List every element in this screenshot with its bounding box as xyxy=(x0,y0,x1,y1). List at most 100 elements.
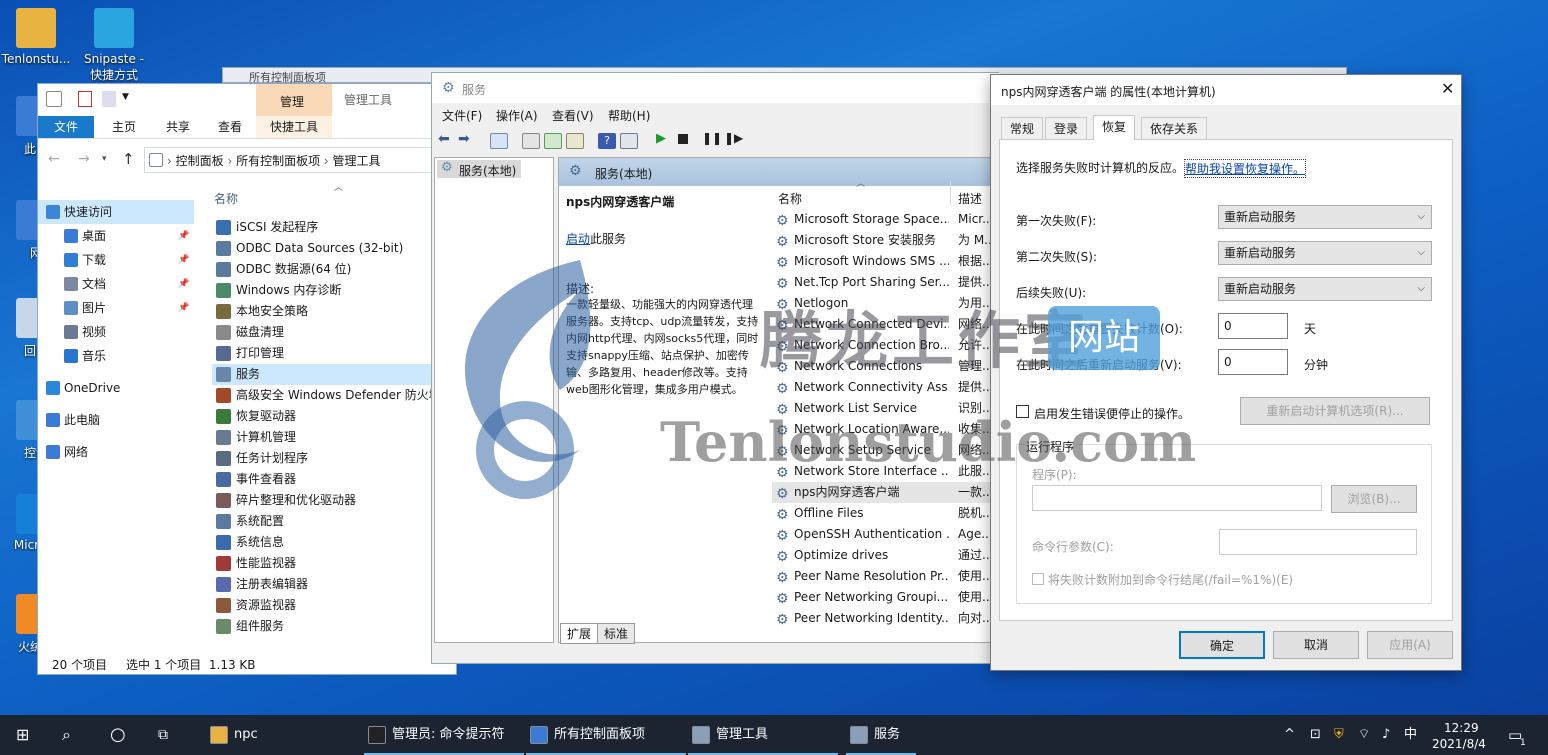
service-row[interactable]: ⚙ Peer Name Resolution Pr... 使用... xyxy=(772,566,1000,587)
ime-indicator[interactable]: 中 xyxy=(1404,715,1417,755)
taskbar-app[interactable]: 服务 xyxy=(846,715,916,755)
nav-item[interactable]: 此电脑 xyxy=(38,408,194,432)
file-item[interactable]: 服务 xyxy=(212,364,458,385)
reset-count-input[interactable]: 0 xyxy=(1218,313,1288,339)
first-failure-select[interactable]: 重新启动服务 ⌵ xyxy=(1218,205,1432,229)
wifi-icon[interactable]: ⌔ xyxy=(1358,715,1370,755)
service-row[interactable]: ⚙ OpenSSH Authentication ... Age... xyxy=(772,524,1000,545)
menu-item[interactable]: 文件(F) xyxy=(442,107,482,124)
new-folder-icon[interactable] xyxy=(102,91,116,107)
enable-actions-checkbox[interactable] xyxy=(1016,405,1029,418)
file-item[interactable]: ODBC Data Sources (32-bit) xyxy=(212,238,458,259)
file-item[interactable]: 系统信息 xyxy=(212,532,458,553)
service-row[interactable]: ⚙ Netlogon 为用... xyxy=(772,293,1000,314)
service-row[interactable]: ⚙ Network Connected Devi... 网络... xyxy=(772,314,1000,335)
tree-item-services-local[interactable]: 服务(本地) xyxy=(459,162,516,179)
taskbar-app[interactable]: 所有控制面板项 xyxy=(526,715,686,755)
console-icon[interactable] xyxy=(620,133,638,149)
service-row[interactable]: ⚙ Microsoft Storage Space... Micr... xyxy=(772,209,1000,230)
col-name-header[interactable]: 名称 xyxy=(778,190,802,207)
volume-icon[interactable]: ♪ xyxy=(1382,715,1390,755)
menu-item[interactable]: 操作(A) xyxy=(496,107,538,124)
nav-item[interactable]: 下载 📌 xyxy=(38,248,194,272)
up-button[interactable]: ↑ xyxy=(122,150,135,168)
clock-date[interactable]: 2021/8/4 xyxy=(1432,724,1486,755)
breadcrumb-item[interactable]: 所有控制面板项 xyxy=(236,154,320,168)
cortana-icon[interactable]: ○ xyxy=(110,715,126,755)
service-row[interactable]: ⚙ Network Location Aware... 收集... xyxy=(772,419,1000,440)
file-item[interactable]: 碎片整理和优化驱动器 xyxy=(212,490,458,511)
browse-button[interactable]: 浏览(B)... xyxy=(1331,485,1417,513)
service-row[interactable]: ⚙ Network Store Interface ... 此服... xyxy=(772,461,1000,482)
file-item[interactable]: 系统配置 xyxy=(212,511,458,532)
service-row[interactable]: ⚙ Peer Networking Identity... 向对... xyxy=(772,608,1000,629)
view-tab[interactable]: 标准 xyxy=(597,623,636,644)
start-service-link[interactable]: 启动 xyxy=(566,232,590,246)
qat-dropdown-icon[interactable]: ▼ xyxy=(122,92,129,102)
service-row[interactable]: ⚙ Offline Files 脱机... xyxy=(772,503,1000,524)
file-item[interactable]: 资源监视器 xyxy=(212,595,458,616)
nav-item[interactable]: 音乐 xyxy=(38,344,194,368)
file-item[interactable]: 高级安全 Windows Defender 防火墙 xyxy=(212,385,458,406)
taskbar-app[interactable]: npc xyxy=(206,715,356,755)
subsequent-failure-select[interactable]: 重新启动服务 ⌵ xyxy=(1218,277,1432,301)
file-item[interactable]: 注册表编辑器 xyxy=(212,574,458,595)
show-tree-icon[interactable] xyxy=(490,133,508,149)
service-row[interactable]: ⚙ Microsoft Store 安装服务为 M... xyxy=(772,230,1000,251)
apply-button[interactable]: 应用(A) xyxy=(1367,631,1453,659)
program-input[interactable] xyxy=(1032,485,1322,511)
taskbar-app[interactable]: 管理员: 命令提示符 xyxy=(364,715,524,755)
file-item[interactable]: 磁盘清理 xyxy=(212,322,458,343)
file-item[interactable]: 性能监视器 xyxy=(212,553,458,574)
service-row[interactable]: ⚙ Peer Networking Groupi... 使用... xyxy=(772,587,1000,608)
ribbon-tab[interactable]: 文件 xyxy=(38,116,94,138)
dialog-tab[interactable]: 恢复 xyxy=(1093,115,1136,140)
service-row[interactable]: ⚙ Network Setup Service 网络... xyxy=(772,440,1000,461)
start-button[interactable]: ⊞ xyxy=(16,715,29,755)
menu-item[interactable]: 帮助(H) xyxy=(608,107,650,124)
nav-item[interactable]: 网络 xyxy=(38,440,194,464)
service-row[interactable]: ⚙ Net.Tcp Port Sharing Ser... 提供... xyxy=(772,272,1000,293)
refresh-icon[interactable] xyxy=(544,133,562,149)
service-row[interactable]: ⚙ Network Connections 管理... xyxy=(772,356,1000,377)
stop-icon[interactable] xyxy=(678,134,688,144)
file-item[interactable]: 计算机管理 xyxy=(212,427,458,448)
file-item[interactable]: 事件查看器 xyxy=(212,469,458,490)
restart-delay-input[interactable]: 0 xyxy=(1218,349,1288,375)
view-tab[interactable]: 扩展 xyxy=(560,623,599,644)
dialog-tab[interactable]: 登录 xyxy=(1045,117,1088,139)
back-button[interactable]: ← xyxy=(48,151,60,167)
dialog-tab[interactable]: 依存关系 xyxy=(1141,117,1208,139)
ribbon-tab[interactable]: 查看 xyxy=(210,116,250,138)
restart-computer-options-button[interactable]: 重新启动计算机选项(R)... xyxy=(1240,397,1430,425)
file-item[interactable]: ODBC 数据源(64 位) xyxy=(212,259,458,280)
search-icon[interactable]: ⌕ xyxy=(62,715,71,755)
service-row[interactable]: ⚙ nps内网穿透客户端 一款... xyxy=(772,482,1000,503)
nav-item[interactable]: 图片 📌 xyxy=(38,296,194,320)
properties-icon[interactable] xyxy=(522,133,540,149)
file-item[interactable]: 打印管理 xyxy=(212,343,458,364)
file-item[interactable]: 组件服务 xyxy=(212,616,458,637)
tab-manage[interactable]: 管理 xyxy=(280,93,304,110)
address-bar[interactable]: › 控制面板 › 所有控制面板项 › 管理工具 xyxy=(144,147,458,173)
network-tray-icon[interactable]: ⊡ xyxy=(1310,715,1321,755)
second-failure-select[interactable]: 重新启动服务 ⌵ xyxy=(1218,241,1432,265)
forward-button[interactable]: → xyxy=(78,151,90,167)
help-link[interactable]: 帮助我设置恢复操作。 xyxy=(1184,159,1307,178)
column-name-header[interactable]: 名称 xyxy=(214,190,238,207)
breadcrumb-item[interactable]: 管理工具 xyxy=(333,154,381,168)
service-row[interactable]: ⚙ Network Connection Bro... 允许... xyxy=(772,335,1000,356)
desktop-icon[interactable]: Tenlonstu... xyxy=(0,8,72,66)
nav-item[interactable]: 快速访问 xyxy=(38,200,194,224)
file-item[interactable]: iSCSI 发起程序 xyxy=(212,217,458,238)
ribbon-tab[interactable]: 共享 xyxy=(158,116,198,138)
forward-icon[interactable]: ➡ xyxy=(458,131,470,147)
restart-icon[interactable]: ❚▶ xyxy=(724,131,743,145)
nav-item[interactable]: 视频 xyxy=(38,320,194,344)
service-row[interactable]: ⚙ Network Connectivity Ass... 提供... xyxy=(772,377,1000,398)
col-desc-header[interactable]: 描述 xyxy=(958,190,982,207)
checkbox-icon[interactable] xyxy=(78,91,92,107)
file-item[interactable]: Windows 内存诊断 xyxy=(212,280,458,301)
ok-button[interactable]: 确定 xyxy=(1179,631,1265,659)
nav-item[interactable]: OneDrive xyxy=(38,376,194,400)
